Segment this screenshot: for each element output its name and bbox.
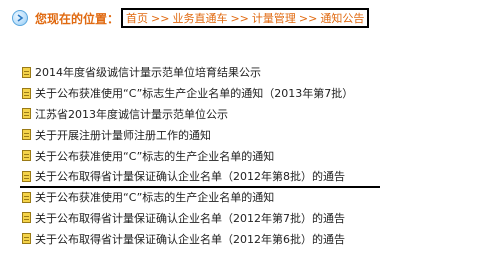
document-icon: [22, 108, 31, 120]
arrow-right-circle-icon: [12, 10, 28, 26]
breadcrumb-bar: 您现在的位置： 首页 >> 业务直通车 >> 计量管理 >> 通知公告: [12, 6, 370, 30]
breadcrumb-item-notices[interactable]: 通知公告: [320, 10, 364, 26]
list-item[interactable]: 关于公布获准使用“C”标志生产企业名单的通知（2013年第7批）: [22, 83, 492, 104]
list-item-title[interactable]: 关于公布获准使用“C”标志的生产企业名单的通知: [35, 148, 274, 164]
list-item-title[interactable]: 关于公布取得省计量保证确认企业名单（2012年第6批）的通告: [35, 231, 345, 247]
document-icon: [22, 150, 31, 162]
document-icon: [22, 233, 31, 245]
document-icon: [22, 212, 31, 224]
list-item[interactable]: 关于公布获准使用“C”标志的生产企业名单的通知: [22, 145, 492, 166]
list-item[interactable]: 关于公布取得省计量保证确认企业名单（2012年第6批）的通告: [22, 228, 492, 249]
list-item-title[interactable]: 关于公布获准使用“C”标志的生产企业名单的通知: [35, 189, 274, 205]
breadcrumb-item-metrology[interactable]: 计量管理: [252, 10, 296, 26]
breadcrumb-item-home[interactable]: 首页: [126, 10, 148, 26]
list-item-title[interactable]: 关于开展注册计量师注册工作的通知: [35, 127, 211, 143]
document-icon: [22, 170, 31, 182]
list-item[interactable]: 关于公布取得省计量保证确认企业名单（2012年第7批）的通告: [22, 208, 492, 229]
list-item-title[interactable]: 2014年度省级诚信计量示范单位培育结果公示: [35, 64, 261, 80]
breadcrumb-separator: >>: [230, 11, 249, 25]
list-item[interactable]: 关于公布取得省计量保证确认企业名单（2012年第8批）的通告: [22, 166, 492, 187]
list-item[interactable]: 关于开展注册计量师注册工作的通知: [22, 124, 492, 145]
document-icon: [22, 87, 31, 99]
breadcrumb-separator: >>: [151, 11, 170, 25]
page: 您现在的位置： 首页 >> 业务直通车 >> 计量管理 >> 通知公告 2014…: [0, 0, 500, 260]
document-icon: [22, 129, 31, 141]
breadcrumb-prefix: 您现在的位置：: [35, 11, 120, 26]
list-item-title[interactable]: 江苏省2013年度诚信计量示范单位公示: [35, 106, 228, 122]
breadcrumb-item-business[interactable]: 业务直通车: [172, 10, 227, 26]
breadcrumb: 首页 >> 业务直通车 >> 计量管理 >> 通知公告: [121, 8, 370, 28]
document-icon: [22, 191, 31, 203]
list-item-title[interactable]: 关于公布获准使用“C”标志生产企业名单的通知（2013年第7批）: [35, 85, 353, 101]
list-item[interactable]: 关于公布获准使用“C”标志的生产企业名单的通知: [22, 187, 492, 208]
document-icon: [22, 66, 31, 78]
breadcrumb-separator: >>: [298, 11, 318, 25]
highlight-underline: [20, 186, 380, 188]
list-item[interactable]: 江苏省2013年度诚信计量示范单位公示: [22, 104, 492, 125]
list-item-title[interactable]: 关于公布取得省计量保证确认企业名单（2012年第8批）的通告: [35, 168, 345, 184]
list-item-title[interactable]: 关于公布取得省计量保证确认企业名单（2012年第7批）的通告: [35, 210, 345, 226]
news-list: 2014年度省级诚信计量示范单位培育结果公示 关于公布获准使用“C”标志生产企业…: [22, 62, 492, 249]
list-item[interactable]: 2014年度省级诚信计量示范单位培育结果公示: [22, 62, 492, 83]
